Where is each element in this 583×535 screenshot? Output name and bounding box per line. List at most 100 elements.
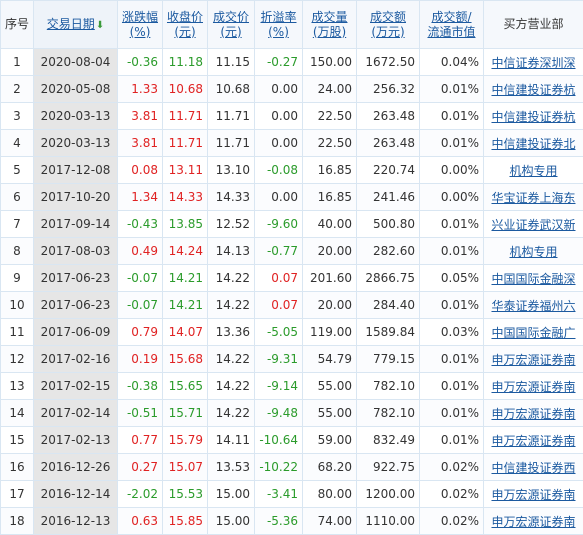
- buyer-branch-link[interactable]: 中信证券深圳深: [491, 56, 575, 70]
- buyer-branch-link[interactable]: 中信建投证券杭: [491, 110, 575, 124]
- ratio-cell: 0.02%: [420, 481, 484, 508]
- deal-price-cell: 13.53: [208, 454, 255, 481]
- volume-cell: 54.79: [303, 346, 357, 373]
- buyer-branch-link[interactable]: 申万宏源证券南: [491, 353, 575, 367]
- amount-cell: 779.15: [357, 346, 420, 373]
- buyer-branch-link[interactable]: 申万宏源证券南: [491, 488, 575, 502]
- ratio-cell: 0.03%: [420, 319, 484, 346]
- ratio-cell: 0.02%: [420, 508, 484, 535]
- change-pct-cell: 0.27: [118, 454, 163, 481]
- buyer-branch-link[interactable]: 兴业证券武汉新: [491, 218, 575, 232]
- close-price-cell: 14.07: [163, 319, 208, 346]
- trade-date-cell: 2017-02-13: [34, 427, 118, 454]
- ratio-cell: 0.01%: [420, 346, 484, 373]
- row-index-cell: 6: [1, 184, 34, 211]
- amount-cell: 220.74: [357, 157, 420, 184]
- table-row: 182016-12-130.6315.8515.00-5.3674.001110…: [1, 508, 583, 535]
- row-index-cell: 17: [1, 481, 34, 508]
- table-row: 82017-08-030.4914.2414.13-0.7720.00282.6…: [1, 238, 583, 265]
- volume-cell: 16.85: [303, 184, 357, 211]
- premium-rate-cell: -0.08: [255, 157, 303, 184]
- col-header-deal-price[interactable]: 成交价(元): [208, 1, 255, 49]
- trade-date-cell: 2016-12-26: [34, 454, 118, 481]
- close-price-cell: 14.33: [163, 184, 208, 211]
- buyer-branch-link[interactable]: 中信建投证券杭: [491, 83, 575, 97]
- row-index-cell: 15: [1, 427, 34, 454]
- col-header-ratio[interactable]: 成交额/流通市值: [420, 1, 484, 49]
- table-row: 62017-10-201.3414.3314.330.0016.85241.46…: [1, 184, 583, 211]
- buyer-branch-link[interactable]: 华泰证券福州六: [491, 299, 575, 313]
- volume-cell: 74.00: [303, 508, 357, 535]
- table-row: 162016-12-260.2715.0713.53-10.2268.20922…: [1, 454, 583, 481]
- table-row: 22020-05-081.3310.6810.680.0024.00256.32…: [1, 76, 583, 103]
- deal-price-cell: 11.15: [208, 49, 255, 76]
- close-price-cell: 15.68: [163, 346, 208, 373]
- amount-cell: 832.49: [357, 427, 420, 454]
- buyer-branch-cell: 申万宏源证券南: [484, 346, 583, 373]
- col-header-volume[interactable]: 成交量(万股): [303, 1, 357, 49]
- volume-cell: 68.20: [303, 454, 357, 481]
- buyer-branch-link[interactable]: 机构专用: [509, 164, 557, 178]
- volume-cell: 22.50: [303, 103, 357, 130]
- premium-rate-cell: -5.36: [255, 508, 303, 535]
- close-price-cell: 11.71: [163, 130, 208, 157]
- trade-date-cell: 2020-03-13: [34, 103, 118, 130]
- close-price-cell: 10.68: [163, 76, 208, 103]
- col-header-amount[interactable]: 成交额(万元): [357, 1, 420, 49]
- row-index-cell: 18: [1, 508, 34, 535]
- trade-date-cell: 2017-02-14: [34, 400, 118, 427]
- premium-rate-cell: 0.00: [255, 130, 303, 157]
- close-price-cell: 15.85: [163, 508, 208, 535]
- premium-rate-cell: -3.41: [255, 481, 303, 508]
- row-index-cell: 1: [1, 49, 34, 76]
- buyer-branch-link[interactable]: 华宝证券上海东: [491, 191, 575, 205]
- buyer-branch-link[interactable]: 中信建投证券北: [491, 137, 575, 151]
- premium-rate-cell: -10.22: [255, 454, 303, 481]
- row-index-cell: 4: [1, 130, 34, 157]
- ratio-cell: 0.05%: [420, 265, 484, 292]
- row-index-cell: 12: [1, 346, 34, 373]
- volume-cell: 150.00: [303, 49, 357, 76]
- premium-rate-cell: -9.31: [255, 346, 303, 373]
- table-row: 92017-06-23-0.0714.2114.220.07201.602866…: [1, 265, 583, 292]
- volume-cell: 201.60: [303, 265, 357, 292]
- close-price-cell: 15.65: [163, 373, 208, 400]
- buyer-branch-link[interactable]: 中国国际金融广: [491, 326, 575, 340]
- ratio-cell: 0.01%: [420, 400, 484, 427]
- trade-date-cell: 2017-02-15: [34, 373, 118, 400]
- buyer-branch-cell: 申万宏源证券南: [484, 373, 583, 400]
- volume-cell: 55.00: [303, 400, 357, 427]
- buyer-branch-link[interactable]: 申万宏源证券南: [491, 380, 575, 394]
- change-pct-cell: -2.02: [118, 481, 163, 508]
- buyer-branch-link[interactable]: 机构专用: [509, 245, 557, 259]
- table-body: 12020-08-04-0.3611.1811.15-0.27150.00167…: [1, 49, 583, 535]
- table-row: 152017-02-130.7715.7914.11-10.6459.00832…: [1, 427, 583, 454]
- volume-cell: 59.00: [303, 427, 357, 454]
- col-header-close[interactable]: 收盘价(元): [163, 1, 208, 49]
- volume-cell: 22.50: [303, 130, 357, 157]
- premium-rate-cell: -9.60: [255, 211, 303, 238]
- change-pct-cell: -0.07: [118, 265, 163, 292]
- buyer-branch-link[interactable]: 申万宏源证券南: [491, 515, 575, 529]
- table-row: 32020-03-133.8111.7111.710.0022.50263.48…: [1, 103, 583, 130]
- buyer-branch-link[interactable]: 申万宏源证券南: [491, 434, 575, 448]
- row-index-cell: 5: [1, 157, 34, 184]
- ratio-cell: 0.02%: [420, 454, 484, 481]
- deal-price-cell: 15.00: [208, 508, 255, 535]
- buyer-branch-link[interactable]: 中国国际金融深: [491, 272, 575, 286]
- deal-price-cell: 10.68: [208, 76, 255, 103]
- deal-price-cell: 15.00: [208, 481, 255, 508]
- deal-price-cell: 14.22: [208, 292, 255, 319]
- col-header-index: 序号: [1, 1, 34, 49]
- col-header-premium-rate[interactable]: 折溢率(%): [255, 1, 303, 49]
- buyer-branch-link[interactable]: 申万宏源证券南: [491, 407, 575, 421]
- table-row: 142017-02-14-0.5115.7114.22-9.4855.00782…: [1, 400, 583, 427]
- premium-rate-cell: 0.00: [255, 103, 303, 130]
- buyer-branch-cell: 中信建投证券杭: [484, 76, 583, 103]
- amount-cell: 284.40: [357, 292, 420, 319]
- premium-rate-cell: -9.14: [255, 373, 303, 400]
- col-header-change-pct[interactable]: 涨跌幅(%): [118, 1, 163, 49]
- ratio-cell: 0.01%: [420, 238, 484, 265]
- buyer-branch-link[interactable]: 中信建投证券西: [491, 461, 575, 475]
- col-header-date[interactable]: 交易日期⬇: [34, 1, 118, 49]
